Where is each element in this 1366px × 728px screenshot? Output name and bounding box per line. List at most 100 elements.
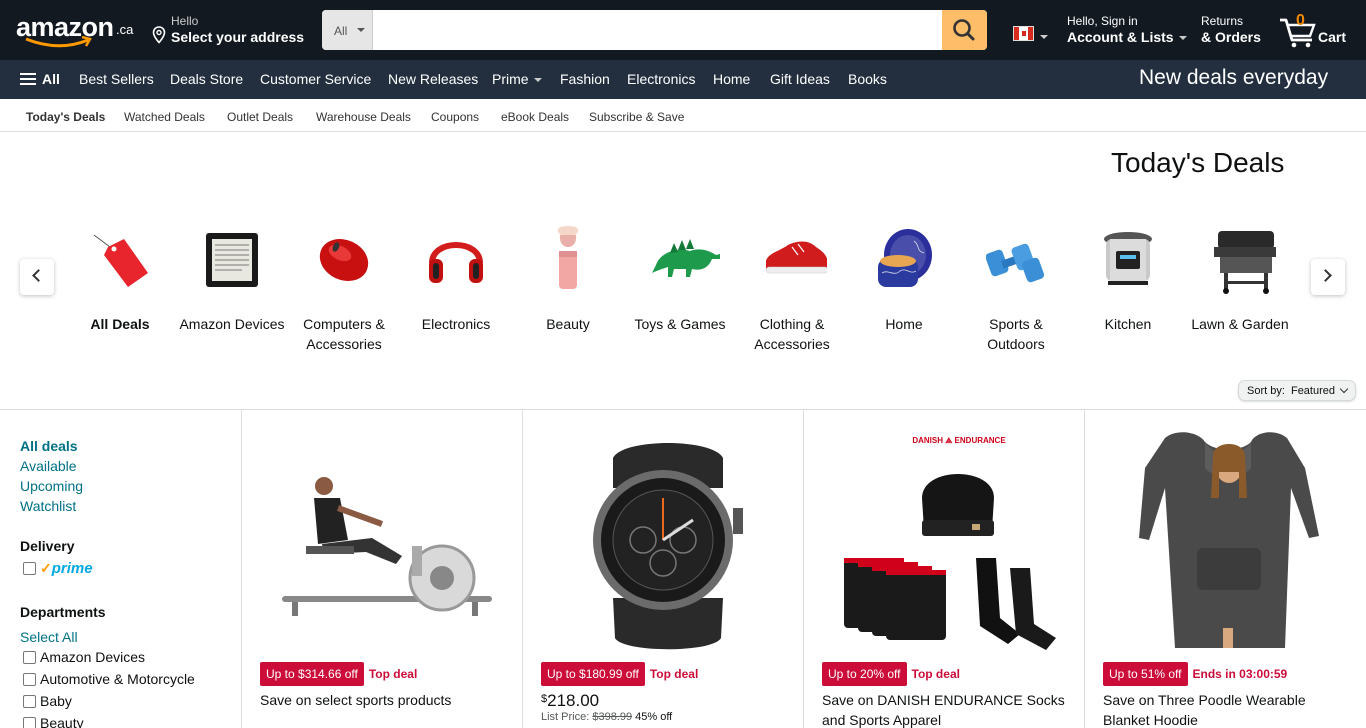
department-label: Baby <box>40 693 72 709</box>
smartwatch-image <box>593 443 743 650</box>
language-chevron-icon[interactable] <box>1040 35 1048 39</box>
category-label: Sports & Outdoors <box>987 316 1045 352</box>
select-all-link[interactable]: Select All <box>20 627 230 647</box>
tab-watched-deals[interactable]: Watched Deals <box>124 110 205 124</box>
deal-title[interactable]: Save on select sports products <box>260 690 505 710</box>
discount-percent: 45% off <box>635 711 673 723</box>
nav-prime[interactable]: Prime <box>492 71 542 87</box>
secondary-navbar: All Best Sellers Deals Store Customer Se… <box>0 60 1366 99</box>
checkbox[interactable] <box>23 695 36 708</box>
kindle-icon <box>206 233 258 287</box>
blanket-hoodie-image <box>1139 432 1319 648</box>
tab-coupons[interactable]: Coupons <box>431 110 479 124</box>
hamburger-menu-icon[interactable] <box>20 73 36 86</box>
prime-checkbox[interactable]: ✓prime <box>20 558 230 580</box>
nav-home[interactable]: Home <box>713 71 750 87</box>
top-deal-label: Top deal <box>368 667 418 681</box>
rowing-machine-image <box>282 477 492 616</box>
deal-title[interactable]: Save on Three Poodle Wearable Blanket Ho… <box>1103 690 1348 728</box>
carousel-prev-button[interactable] <box>20 259 54 295</box>
returns-label: Returns <box>1201 14 1244 28</box>
dinosaur-toy-icon <box>652 239 720 277</box>
deal-card[interactable]: Up to $180.99 off Top deal $218.00 List P… <box>522 410 803 728</box>
nav-customer-service[interactable]: Customer Service <box>260 71 371 87</box>
checkbox[interactable] <box>23 562 36 575</box>
candle-icon <box>878 229 932 287</box>
amazon-logo[interactable]: amazon .ca <box>16 12 136 48</box>
department-checkbox[interactable]: Amazon Devices <box>20 647 230 669</box>
promo-banner-text[interactable]: New deals everyday <box>1139 66 1328 90</box>
search-bar: All <box>322 10 987 50</box>
checkbox[interactable] <box>23 717 36 728</box>
prime-logo: prime <box>51 560 93 577</box>
department-checkbox[interactable]: Baby <box>20 691 230 713</box>
category-label: Home <box>885 316 923 332</box>
nav-all-menu[interactable]: All <box>42 71 60 87</box>
checkbox[interactable] <box>23 673 36 686</box>
nav-electronics[interactable]: Electronics <box>627 71 695 87</box>
filter-all-deals[interactable]: All deals <box>20 436 230 456</box>
deal-badges: Up to $180.99 off Top deal <box>541 662 698 686</box>
cart-button[interactable]: 0 Cart <box>1278 10 1348 50</box>
tab-outlet-deals[interactable]: Outlet Deals <box>227 110 293 124</box>
list-price-label: List Price: <box>541 711 590 723</box>
sort-label: Sort by: <box>1247 385 1285 397</box>
category-label: Clothing & Accessories <box>754 316 830 352</box>
tab-subscribe-save[interactable]: Subscribe & Save <box>589 110 684 124</box>
filter-watchlist[interactable]: Watchlist <box>20 496 230 516</box>
address-greeting: Hello <box>171 14 199 28</box>
list-price-value: $398.99 <box>592 711 633 723</box>
tab-todays-deals[interactable]: Today's Deals <box>26 110 105 124</box>
deal-badges: Up to 51% off Ends in 03:00:59 <box>1103 662 1287 686</box>
search-input[interactable] <box>374 10 942 50</box>
currency-symbol: $ <box>541 693 548 705</box>
search-button[interactable] <box>942 10 987 50</box>
deal-badges: Up to $314.66 off Top deal <box>260 662 417 686</box>
tab-ebook-deals[interactable]: eBook Deals <box>501 110 569 124</box>
location-pin-icon <box>152 26 166 44</box>
account-lists-menu[interactable]: Hello, Sign in Account & Lists <box>1067 14 1187 45</box>
department-label: Beauty <box>40 715 84 728</box>
nav-new-releases[interactable]: New Releases <box>388 71 478 87</box>
returns-orders-link[interactable]: Returns & Orders <box>1201 14 1261 45</box>
category-label: Amazon Devices <box>179 316 285 332</box>
canada-flag-icon[interactable] <box>1013 26 1034 41</box>
deals-tab-bar: Today's Deals Watched Deals Outlet Deals… <box>0 99 1366 132</box>
nav-deals-store[interactable]: Deals Store <box>170 71 243 87</box>
deal-card[interactable]: Up to $314.66 off Top deal Save on select… <box>241 410 522 728</box>
mouse-icon <box>319 239 369 281</box>
chevron-down-icon <box>533 78 542 83</box>
chevron-down-icon <box>357 28 365 32</box>
deal-card[interactable]: Up to 51% off Ends in 03:00:59 Save on Th… <box>1084 410 1365 728</box>
department-checkbox[interactable]: Automotive & Motorcycle <box>20 669 230 691</box>
nav-best-sellers[interactable]: Best Sellers <box>79 71 154 87</box>
deal-card[interactable]: DANISH ⟁ ENDURANCE Up to 20% off Top deal… <box>803 410 1084 728</box>
orders-label: & Orders <box>1201 29 1261 45</box>
makeup-brush-icon <box>557 226 579 289</box>
filter-available[interactable]: Available <box>20 456 230 476</box>
nav-books[interactable]: Books <box>848 71 887 87</box>
page-title: Today's Deals <box>1111 147 1285 178</box>
smile-arrow-icon <box>25 36 92 48</box>
sort-dropdown[interactable]: Sort by: Featured <box>1238 380 1356 401</box>
headphones-icon <box>429 242 483 283</box>
category-label: Electronics <box>421 316 491 332</box>
category-label: Lawn & Garden <box>1191 316 1289 332</box>
category-label: Computers & Accessories <box>303 316 385 352</box>
discount-badge: Up to 51% off <box>1103 662 1188 686</box>
nav-fashion[interactable]: Fashion <box>560 71 610 87</box>
pressure-cooker-icon <box>1104 232 1152 285</box>
deal-title[interactable]: Save on DANISH ENDURANCE Socks and Sport… <box>822 690 1067 728</box>
tab-warehouse-deals[interactable]: Warehouse Deals <box>316 110 411 124</box>
carousel-next-button[interactable] <box>1311 259 1345 295</box>
dumbbell-icon <box>986 243 1045 283</box>
address-label: Select your address <box>171 29 305 45</box>
filter-upcoming[interactable]: Upcoming <box>20 476 230 496</box>
search-category-dropdown[interactable]: All <box>322 10 373 50</box>
category-label: Toys & Games <box>634 316 726 332</box>
search-category-label: All <box>334 24 348 38</box>
nav-gift-ideas[interactable]: Gift Ideas <box>770 71 830 87</box>
department-checkbox[interactable]: Beauty <box>20 713 230 728</box>
checkbox[interactable] <box>23 651 36 664</box>
sneaker-icon <box>765 241 827 274</box>
